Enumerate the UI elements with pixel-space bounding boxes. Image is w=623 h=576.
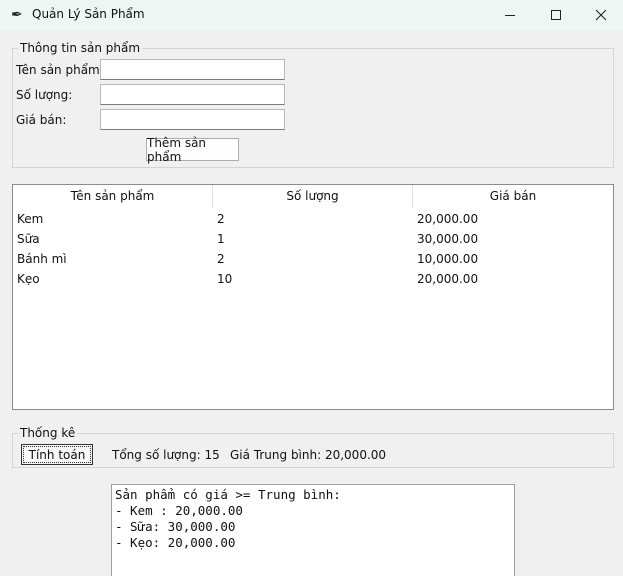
price-input[interactable] <box>100 109 285 130</box>
product-table[interactable]: Tên sản phẩm Số lượng Giá bán Kem 2 20,0… <box>12 184 614 410</box>
calculate-button[interactable]: Tính toán <box>21 444 93 465</box>
cell-quantity: 10 <box>217 272 233 286</box>
cell-quantity: 2 <box>217 212 225 226</box>
cell-price: 10,000.00 <box>417 252 479 266</box>
cell-name: Bánh mì <box>17 252 67 266</box>
cell-price: 30,000.00 <box>417 232 479 246</box>
table-row[interactable]: Kẹo 10 20,000.00 <box>13 269 613 289</box>
name-input[interactable] <box>100 59 285 80</box>
minimize-icon <box>505 15 515 16</box>
total-quantity-label: Tổng số lượng: 15 <box>112 448 220 462</box>
result-textbox[interactable]: Sản phẩm có giá >= Trung bình: - Kem : 2… <box>111 484 515 576</box>
cell-price: 20,000.00 <box>417 272 479 286</box>
table-header: Tên sản phẩm Số lượng Giá bán <box>13 185 613 208</box>
statistics-legend: Thống kê <box>18 426 78 440</box>
maximize-icon <box>551 10 561 20</box>
quantity-label: Số lượng: <box>16 88 73 102</box>
cell-quantity: 1 <box>217 232 225 246</box>
product-info-legend: Thông tin sản phẩm <box>18 41 143 55</box>
column-header-price[interactable]: Giá bán <box>413 185 613 208</box>
close-icon <box>595 9 607 21</box>
close-button[interactable] <box>578 0 623 30</box>
cell-price: 20,000.00 <box>417 212 479 226</box>
quantity-input[interactable] <box>100 84 285 105</box>
window-title: Quản Lý Sản Phẩm <box>32 7 145 21</box>
maximize-button[interactable] <box>533 0 579 30</box>
column-header-name[interactable]: Tên sản phẩm <box>13 185 213 208</box>
average-price-label: Giá Trung bình: 20,000.00 <box>230 448 387 462</box>
cell-name: Kem <box>17 212 44 226</box>
table-row[interactable]: Bánh mì 2 10,000.00 <box>13 249 613 269</box>
feather-icon: ✒ <box>11 7 23 23</box>
add-product-button[interactable]: Thêm sản phẩm <box>146 136 239 164</box>
cell-name: Kẹo <box>17 272 40 286</box>
cell-name: Sữa <box>17 232 40 246</box>
table-row[interactable]: Sữa 1 30,000.00 <box>13 229 613 249</box>
minimize-button[interactable] <box>487 0 533 30</box>
name-label: Tên sản phẩm: <box>16 63 104 77</box>
price-label: Giá bán: <box>16 113 67 127</box>
cell-quantity: 2 <box>217 252 225 266</box>
column-header-quantity[interactable]: Số lượng <box>213 185 413 208</box>
title-bar: ✒ Quản Lý Sản Phẩm <box>0 0 623 30</box>
table-row[interactable]: Kem 2 20,000.00 <box>13 209 613 229</box>
